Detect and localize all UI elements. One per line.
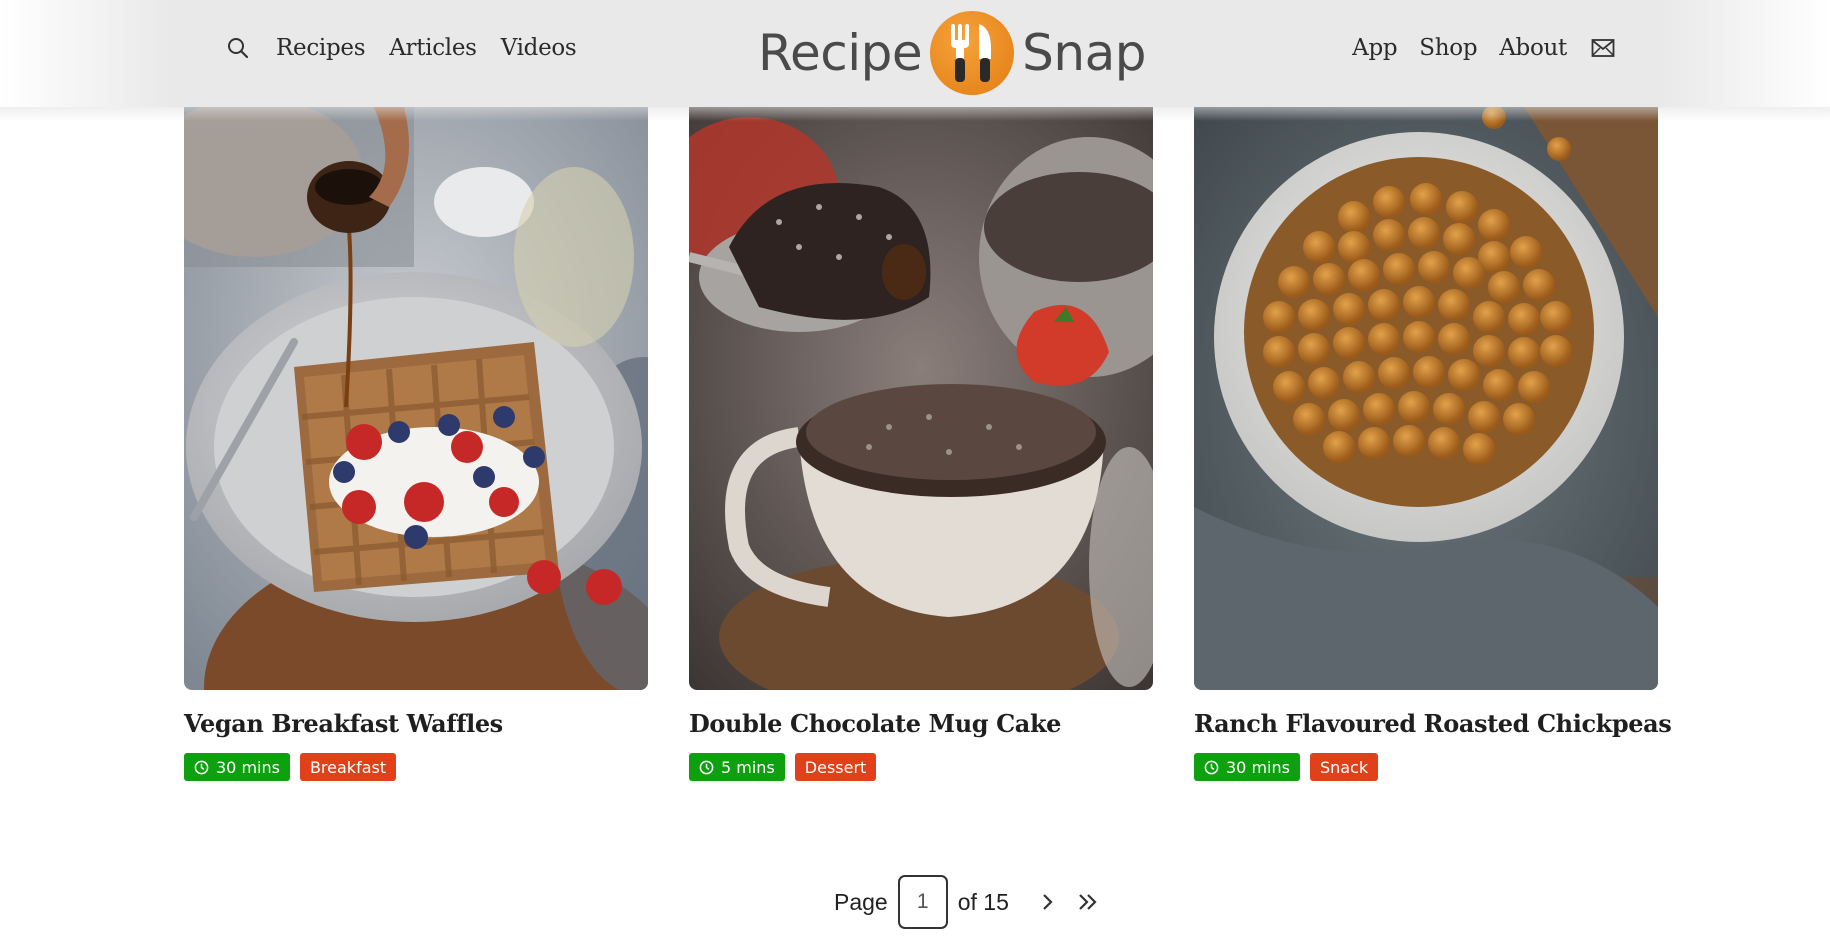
recipe-title[interactable]: Double Chocolate Mug Cake [689, 709, 1153, 738]
page-number-input[interactable]: 1 [897, 875, 948, 929]
nav-articles[interactable]: Articles [389, 35, 477, 61]
secondary-nav: App Shop About [1352, 34, 1617, 62]
category-badge[interactable]: Breakfast [299, 753, 397, 781]
nav-recipes[interactable]: Recipes [276, 35, 366, 61]
nav-about[interactable]: About [1499, 35, 1567, 61]
mail-icon[interactable] [1589, 34, 1617, 62]
cook-time-text: 30 mins [216, 757, 280, 777]
cook-time-badge: 5 mins [689, 753, 785, 781]
recipe-title[interactable]: Vegan Breakfast Waffles [184, 709, 648, 738]
cook-time-text: 30 mins [1226, 757, 1290, 777]
logo-text-snap: Snap [1022, 24, 1146, 82]
clock-icon [1204, 760, 1219, 774]
site-header: Recipes Articles Videos Recipe Snap App [0, 0, 1830, 121]
clock-icon [699, 760, 714, 774]
recipe-tags: 30 mins Snack [1194, 753, 1658, 781]
nav-videos[interactable]: Videos [501, 35, 577, 61]
nav-shop[interactable]: Shop [1419, 35, 1477, 61]
page-label: Page [834, 888, 888, 915]
cook-time-text: 5 mins [721, 757, 775, 777]
nav-app[interactable]: App [1352, 35, 1397, 61]
next-page-button[interactable] [1033, 887, 1063, 917]
recipe-image-chickpeas[interactable] [1194, 107, 1658, 690]
chevron-right-icon [1043, 894, 1053, 910]
recipe-title[interactable]: Ranch Flavoured Roasted Chickpeas [1194, 709, 1672, 738]
clock-icon [194, 760, 209, 774]
category-badge[interactable]: Snack [1309, 753, 1379, 781]
recipe-image-mug-cake[interactable] [689, 107, 1153, 690]
recipe-tags: 30 mins Breakfast [184, 753, 648, 781]
page-total: of 15 [957, 888, 1009, 915]
site-logo[interactable]: Recipe Snap [758, 11, 1146, 95]
logo-text-recipe: Recipe [758, 24, 923, 82]
primary-nav: Recipes Articles Videos [224, 34, 577, 62]
search-icon[interactable] [224, 34, 252, 62]
pagination: Page 1 of 15 [834, 875, 1103, 929]
double-chevron-right-icon [1079, 894, 1097, 910]
cook-time-badge: 30 mins [184, 753, 290, 781]
fork-knife-icon [930, 11, 1015, 95]
recipe-image-waffles[interactable] [184, 107, 648, 690]
recipe-card[interactable]: Vegan Breakfast Waffles 30 mins Breakfas… [184, 107, 648, 781]
last-page-button[interactable] [1073, 887, 1103, 917]
recipe-card[interactable]: Ranch Flavoured Roasted Chickpeas 30 min… [1194, 107, 1672, 781]
cook-time-badge: 30 mins [1194, 753, 1300, 781]
recipe-card[interactable]: Double Chocolate Mug Cake 5 mins Dessert [689, 107, 1153, 781]
recipe-tags: 5 mins Dessert [689, 753, 1153, 781]
category-badge[interactable]: Dessert [794, 753, 877, 781]
